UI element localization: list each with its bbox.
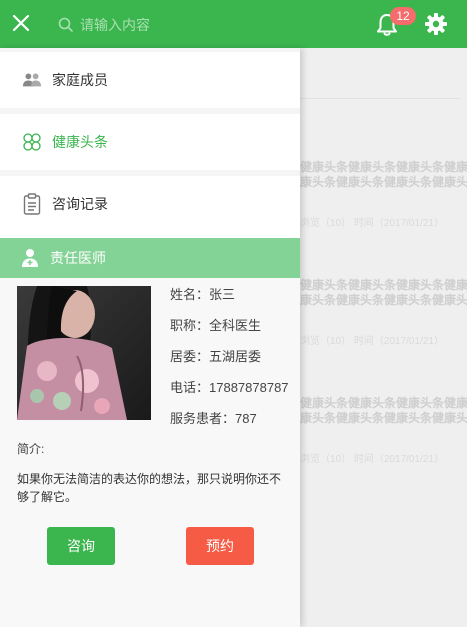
menu-item-label: 家庭成员	[52, 72, 108, 88]
menu-item-consult-records[interactable]: 咨询记录	[0, 176, 300, 232]
doctor-profile: 姓名：张三 职称：全科医生 居委：五湖居委 电话：17887878787 服务患…	[0, 278, 300, 627]
article-list: 健康头条健康头条健康头条健康头 康头条健康头条健康头条健康头条健康 浏览（10）…	[300, 48, 467, 627]
article-meta: 浏览（10） 时间（2017/01/21）	[300, 218, 444, 229]
article-title-line: 健康头条健康头条健康头条健康头	[300, 160, 467, 174]
article-title-line: 健康头条健康头条健康头条健康头	[300, 396, 467, 410]
menu-item-label: 健康头条	[52, 134, 108, 150]
article-title-line: 康头条健康头条健康头条健康头条健康	[300, 293, 467, 307]
list-item[interactable]: 健康头条健康头条健康头条健康头 康头条健康头条健康头条健康头条健康 浏览（10）…	[300, 396, 467, 465]
article-title-line: 康头条健康头条健康头条健康头条健康	[300, 175, 467, 189]
users-icon	[22, 70, 42, 90]
article-title-line: 健康头条健康头条健康头条健康头	[300, 278, 467, 292]
side-drawer: 家庭成员 健康头条 咨询记录 责任医师 姓名：张三 职称：全科医生 居委：五湖居…	[0, 48, 300, 627]
doctor-name: 姓名：张三	[170, 287, 236, 302]
doctor-phone: 电话：17887878787	[170, 380, 289, 395]
doctor-patients: 服务患者：787	[170, 411, 257, 426]
gear-icon[interactable]	[424, 12, 448, 36]
doctor-photo	[17, 286, 151, 420]
doctor-info: 姓名：张三 职称：全科医生 居委：五湖居委 电话：17887878787 服务患…	[170, 286, 289, 441]
search-input[interactable]	[80, 17, 300, 33]
list-item[interactable]: 健康头条健康头条健康头条健康头 康头条健康头条健康头条健康头条健康 浏览（10）…	[300, 278, 467, 347]
article-meta: 浏览（10） 时间（2017/01/21）	[300, 336, 444, 347]
article-meta: 浏览（10） 时间（2017/01/21）	[300, 454, 444, 465]
list-item[interactable]: 健康头条健康头条健康头条健康头 康头条健康头条健康头条健康头条健康 浏览（10）…	[300, 160, 467, 229]
doctor-committee: 居委：五湖居委	[170, 349, 262, 364]
top-bar: 12	[0, 0, 467, 48]
doctor-icon	[22, 249, 38, 267]
menu-item-family[interactable]: 家庭成员	[0, 52, 300, 108]
divider	[300, 98, 460, 99]
close-icon[interactable]	[10, 12, 32, 34]
clover-icon	[22, 132, 42, 152]
menu-item-label: 咨询记录	[52, 196, 108, 212]
book-button[interactable]: 预约	[186, 527, 254, 565]
intro-text: 如果你无法简洁的表达你的想法，那只说明你还不够了解它。	[17, 472, 282, 504]
menu-item-health-news[interactable]: 健康头条	[0, 114, 300, 170]
intro-label: 简介:	[17, 442, 45, 456]
consult-button[interactable]: 咨询	[47, 527, 115, 565]
article-title-line: 康头条健康头条健康头条健康头条健康	[300, 411, 467, 425]
clipboard-icon	[22, 193, 42, 215]
notification-badge: 12	[390, 7, 416, 25]
doctor-title: 职称：全科医生	[170, 318, 262, 333]
doctor-section-header: 责任医师	[0, 238, 300, 278]
search-box[interactable]	[58, 13, 300, 37]
search-icon	[58, 17, 73, 32]
doctor-section-title: 责任医师	[50, 250, 106, 266]
